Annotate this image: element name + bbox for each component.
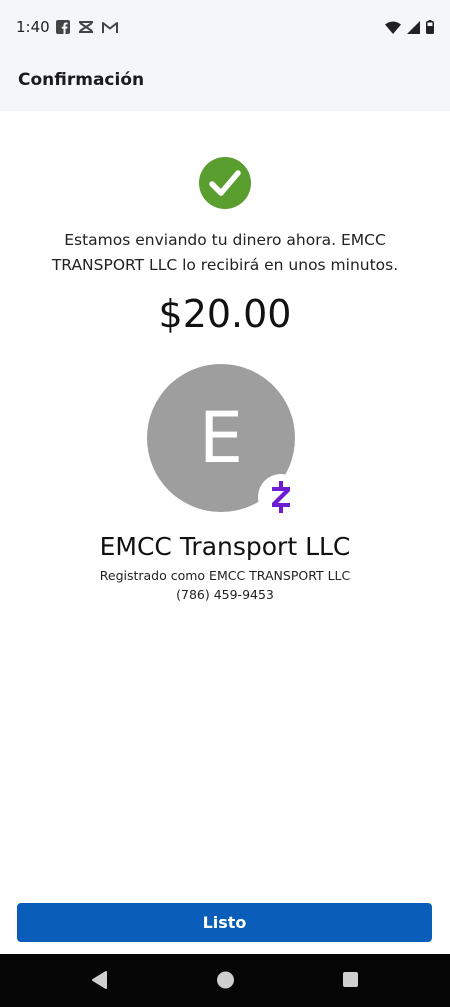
recipient-name: EMCC Transport LLC	[99, 532, 351, 561]
check-circle-icon	[199, 157, 251, 209]
recipient-phone: (786) 459-9453	[176, 587, 274, 602]
status-time: 1:40	[16, 18, 50, 36]
done-button[interactable]: Listo	[17, 903, 432, 942]
registered-as: Registrado como EMCC TRANSPORT LLC	[99, 568, 351, 583]
notification-icons	[56, 20, 118, 34]
capcut-icon	[79, 21, 93, 33]
signal-icon	[407, 20, 420, 34]
confirmation-message: Estamos enviando tu dinero ahora. EMCC T…	[51, 231, 399, 274]
system-icons	[385, 20, 434, 34]
zelle-badge	[258, 474, 304, 520]
avatar-initial: E	[198, 397, 244, 479]
amount: $20.00	[158, 292, 292, 336]
facebook-icon	[56, 20, 70, 34]
header: Confirmación	[0, 56, 450, 111]
home-icon[interactable]	[216, 970, 235, 990]
page-title: Confirmación	[18, 70, 145, 90]
recents-icon[interactable]	[342, 970, 359, 990]
navigation-bar	[0, 954, 450, 1007]
status-bar: 1:40	[0, 0, 450, 56]
battery-icon	[426, 20, 434, 34]
zelle-icon	[272, 481, 290, 513]
wifi-icon	[385, 21, 401, 34]
gmail-icon	[102, 21, 118, 33]
back-icon[interactable]	[90, 970, 108, 990]
